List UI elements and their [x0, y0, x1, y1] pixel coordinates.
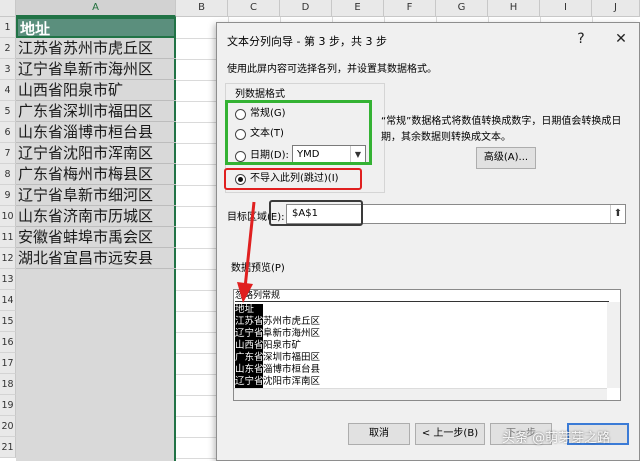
excel-window: A B C D E F G H I J 1 2 3 4 5 6 7 8 9 10 11 12 13 14 1… [0, 0, 640, 461]
cancel-button[interactable]: 取消 [348, 423, 410, 445]
column-header-g[interactable]: G [436, 0, 488, 17]
back-button[interactable]: < 上一步(B) [415, 423, 485, 445]
row-header[interactable]: 20 [0, 416, 16, 437]
preview-cell: 沈阳市浑南区 [263, 376, 321, 387]
preview-row: 辽宁省沈阳市浑南区 [235, 376, 320, 387]
row-header[interactable]: 18 [0, 374, 16, 395]
row-header[interactable]: 21 [0, 437, 16, 458]
close-button[interactable]: ✕ [611, 29, 631, 49]
preview-header: 忽略列常规 [235, 291, 609, 302]
table-cell[interactable]: 山东省济南市历城区 [16, 206, 176, 227]
preview-row: 地址 [235, 304, 263, 315]
column-header-d[interactable]: D [280, 0, 332, 17]
preview-row: 山西省阳泉市矿 [235, 340, 301, 351]
column-header-h[interactable]: H [488, 0, 540, 17]
preview-label: 数据预览(P) [231, 259, 285, 274]
table-cell[interactable]: 江苏省苏州市虎丘区 [16, 38, 176, 59]
text-to-columns-dialog: 文本分列向导 - 第 3 步，共 3 步 ? ✕ 使用此屏内容可选择各列，并设置… [216, 22, 640, 461]
preview-header-col2[interactable]: 常规 [262, 291, 280, 301]
data-preview[interactable]: 忽略列常规 地址 江苏省苏州市虎丘区 辽宁省阜新市海州区 山西省阳泉市矿 广东省深圳市福… [233, 289, 621, 401]
row-header[interactable]: 8 [0, 164, 16, 185]
row-header[interactable]: 1 [0, 17, 16, 38]
row-header[interactable]: 7 [0, 143, 16, 164]
preview-cell: 阜新市海州区 [263, 328, 321, 339]
row-header[interactable]: 14 [0, 290, 16, 311]
preview-row: 江苏省苏州市虎丘区 [235, 316, 320, 327]
table-cell[interactable]: 湖北省宜昌市远安县 [16, 248, 176, 269]
preview-vertical-scrollbar[interactable] [607, 302, 620, 388]
column-header-e[interactable]: E [332, 0, 384, 17]
row-header[interactable]: 9 [0, 185, 16, 206]
column-header-i[interactable]: I [540, 0, 592, 17]
table-cell[interactable]: 山西省阳泉市矿 [16, 80, 176, 101]
row-header[interactable]: 6 [0, 122, 16, 143]
preview-cell-skipped: 山东省 [235, 364, 264, 375]
green-highlight-box [225, 100, 372, 165]
row-header[interactable]: 4 [0, 80, 16, 101]
preview-cell-skipped: 辽宁省 [235, 376, 264, 387]
row-header[interactable]: 11 [0, 227, 16, 248]
column-header-j[interactable]: J [592, 0, 640, 17]
preview-cell: 苏州市虎丘区 [263, 316, 321, 327]
table-cell[interactable]: 辽宁省阜新市海州区 [16, 59, 176, 80]
header-cell-address[interactable]: 地址 [16, 17, 176, 38]
preview-cell-skipped: 地址 [235, 304, 255, 315]
watermark: 头条 @萌芽芽之路 [502, 431, 611, 446]
black-highlight-box [269, 200, 363, 226]
format-group-label: 列数据格式 [233, 85, 287, 100]
row-header[interactable]: 13 [0, 269, 16, 290]
preview-header-col1[interactable]: 忽略列 [235, 291, 262, 301]
format-note: “常规”数据格式将数值转换成数字，日期值会转换成日期，其余数据则转换成文本。 [381, 116, 622, 143]
table-cell[interactable]: 辽宁省沈阳市浑南区 [16, 143, 176, 164]
preview-cell-skipped: 辽宁省 [235, 328, 264, 339]
column-header-c[interactable]: C [228, 0, 280, 17]
table-cell[interactable]: 辽宁省阜新市细河区 [16, 185, 176, 206]
column-header-a[interactable]: A [16, 0, 176, 17]
preview-cell: 阳泉市矿 [263, 340, 302, 351]
table-cell[interactable]: 山东省淄博市桓台县 [16, 122, 176, 143]
preview-cell: 深圳市福田区 [263, 352, 321, 363]
row-header[interactable]: 12 [0, 248, 16, 269]
preview-row: 辽宁省阜新市海州区 [235, 328, 320, 339]
preview-row: 广东省深圳市福田区 [235, 352, 320, 363]
advanced-button[interactable]: 高级(A)... [476, 147, 536, 169]
preview-row: 山东省淄博市桓台县 [235, 364, 320, 375]
dialog-description: 使用此屏内容可选择各列，并设置其数据格式。 [227, 64, 437, 75]
red-highlight-box [224, 168, 362, 190]
table-cell[interactable]: 广东省深圳市福田区 [16, 101, 176, 122]
dialog-title: 文本分列向导 - 第 3 步，共 3 步 [227, 35, 387, 48]
select-all-corner[interactable] [0, 0, 16, 17]
column-header-f[interactable]: F [384, 0, 436, 17]
row-header[interactable]: 3 [0, 59, 16, 80]
help-button[interactable]: ? [571, 29, 591, 49]
column-header-b[interactable]: B [176, 0, 228, 17]
row-header[interactable]: 17 [0, 353, 16, 374]
preview-cell-skipped: 山西省 [235, 340, 264, 351]
table-cell[interactable]: 广东省梅州市梅县区 [16, 164, 176, 185]
row-header[interactable]: 16 [0, 332, 16, 353]
table-cell[interactable]: 安徽省蚌埠市禹会区 [16, 227, 176, 248]
range-picker-icon[interactable]: ⬆ [610, 205, 625, 223]
preview-cell: 淄博市桓台县 [263, 364, 321, 375]
preview-cell-skipped: 江苏省 [235, 316, 264, 327]
row-header[interactable]: 15 [0, 311, 16, 332]
row-header[interactable]: 10 [0, 206, 16, 227]
preview-horizontal-scrollbar[interactable] [234, 388, 607, 400]
row-header[interactable]: 5 [0, 101, 16, 122]
row-header[interactable]: 19 [0, 395, 16, 416]
preview-cell-skipped: 广东省 [235, 352, 264, 363]
row-header[interactable]: 2 [0, 38, 16, 59]
